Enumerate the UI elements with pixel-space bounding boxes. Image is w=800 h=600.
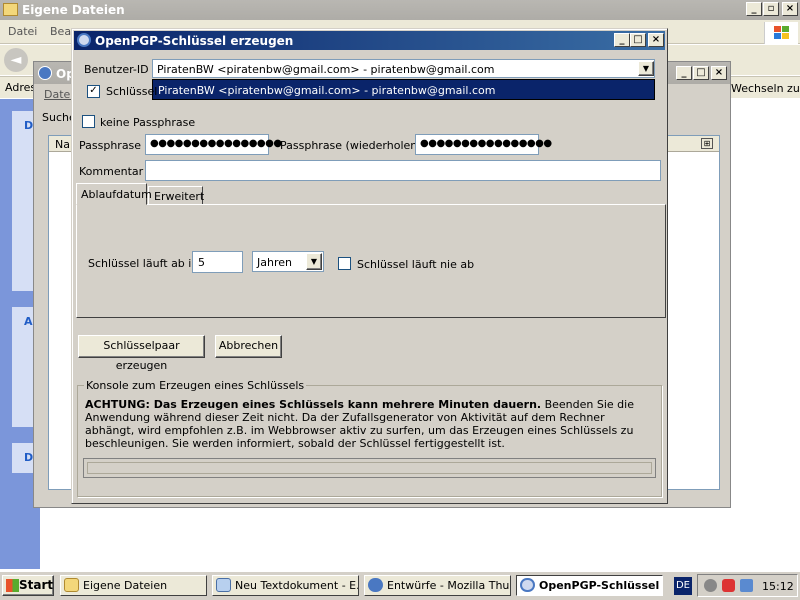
task-thunderbird[interactable]: Entwürfe - Mozilla Thu...	[364, 575, 511, 596]
security-center-icon[interactable]	[740, 579, 753, 592]
never-expires-label: Schlüssel läuft nie ab	[357, 258, 475, 271]
task-label-1: Eigene Dateien	[83, 579, 168, 592]
console-legend: Konsole zum Erzeugen eines Schlüssels	[84, 379, 307, 392]
use-key-label: Schlüssel	[106, 85, 158, 98]
tab-erweitert[interactable]: Erweitert	[148, 186, 205, 205]
passphrase-field[interactable]: ●●●●●●●●●●●●●●●●	[145, 134, 282, 155]
cancel-label: Abbrechen	[218, 339, 279, 352]
tray-icon-1[interactable]	[704, 579, 717, 592]
dialog-close-button[interactable]: ×	[648, 33, 664, 47]
wechseln-label[interactable]: Wechseln zu	[731, 82, 800, 95]
passphrase-repeat-field[interactable]: ●●●●●●●●●●●●●●●●	[415, 134, 552, 155]
no-passphrase-checkbox[interactable]	[82, 115, 95, 128]
sidebar-heading-d: D	[24, 119, 34, 132]
minimize-button[interactable]: _	[746, 2, 762, 16]
comment-label: Kommentar	[79, 165, 144, 178]
task-eigene-dateien[interactable]: Eigene Dateien	[60, 575, 207, 596]
tab-erweitert-label: Erweitert	[154, 190, 205, 203]
sidebar-heading-d2: D	[24, 451, 34, 464]
comment-field[interactable]	[145, 160, 661, 181]
explorer-title: Eigene Dateien	[22, 3, 125, 17]
progress-track	[87, 462, 652, 474]
menu-datei[interactable]: Datei	[8, 25, 37, 38]
no-passphrase-label: keine Passphrase	[100, 116, 196, 129]
expires-unit-select[interactable]: Jahren ▼	[252, 251, 324, 272]
language-indicator[interactable]: DE	[674, 577, 692, 595]
start-label: Start	[19, 578, 54, 592]
task-label-3: Entwürfe - Mozilla Thu...	[387, 579, 511, 592]
column-picker-icon[interactable]: ⊞	[701, 138, 713, 149]
passphrase-value: ●●●●●●●●●●●●●●●●	[150, 138, 282, 149]
clock: 15:12	[762, 580, 794, 593]
windows-flag-icon	[6, 579, 19, 592]
passphrase-repeat-value: ●●●●●●●●●●●●●●●●	[420, 138, 552, 149]
windows-logo-icon	[764, 22, 798, 44]
userid-label: Benutzer-ID	[84, 63, 149, 76]
progress-bar	[83, 458, 656, 478]
openpgp-task-icon	[520, 578, 535, 592]
thunderbird-task-icon	[368, 578, 383, 592]
tab-ablaufdatum[interactable]: Ablaufdatum	[76, 183, 152, 205]
generate-keypair-label: Schlüsselpaar erzeugen	[103, 339, 180, 372]
cancel-button[interactable]: Abbrechen	[215, 335, 282, 358]
system-tray: 15:12	[697, 574, 798, 597]
generate-keypair-button[interactable]: Schlüsselpaar erzeugen	[78, 335, 205, 372]
restore-button[interactable]: ▫	[763, 2, 779, 16]
address-label: Adres	[5, 81, 37, 94]
use-key-checkbox[interactable]: ✓	[87, 85, 100, 98]
expires-unit-value: Jahren	[257, 256, 292, 269]
unit-chevron-down-icon[interactable]: ▼	[306, 253, 322, 270]
explorer-titlebar: Eigene Dateien _ ▫ ×	[0, 0, 800, 20]
enigmail-icon	[77, 33, 91, 47]
task-openpgp[interactable]: OpenPGP-Schlüssel ...	[516, 575, 663, 596]
expires-label: Schlüssel läuft ab in	[88, 257, 199, 270]
thunderbird-icon	[38, 66, 52, 80]
console-group: Konsole zum Erzeugen eines Schlüssels AC…	[77, 379, 662, 497]
folder-icon	[3, 3, 18, 16]
back-icon[interactable]: ◄	[4, 48, 28, 72]
never-expires-checkbox[interactable]	[338, 257, 351, 270]
menu-bea[interactable]: Bea	[50, 25, 71, 38]
tb-minimize-button[interactable]: _	[676, 66, 692, 80]
dialog-title: OpenPGP-Schlüssel erzeugen	[95, 34, 294, 48]
notepad-icon	[216, 578, 231, 592]
tb-maximize-button[interactable]: □	[693, 66, 709, 80]
task-label-4: OpenPGP-Schlüssel ...	[539, 579, 663, 592]
dialog-minimize-button[interactable]: _	[614, 33, 630, 47]
dropdown-option-label: PiratenBW <piratenbw@gmail.com> - pirate…	[158, 84, 496, 97]
chevron-down-icon[interactable]: ▼	[638, 61, 654, 76]
tab-ablaufdatum-label: Ablaufdatum	[81, 188, 152, 201]
task-textdokument[interactable]: Neu Textdokument - E...	[212, 575, 359, 596]
console-text: ACHTUNG: Das Erzeugen eines Schlüssels k…	[85, 398, 651, 450]
sidebar-heading-a: A	[24, 315, 33, 328]
close-button[interactable]: ×	[782, 2, 798, 16]
tb-close-button[interactable]: ×	[711, 66, 727, 80]
expires-field[interactable]: 5	[192, 251, 243, 273]
console-warning: ACHTUNG: Das Erzeugen eines Schlüssels k…	[85, 398, 542, 411]
folder-task-icon	[64, 578, 79, 592]
expires-value: 5	[198, 256, 205, 269]
shield-icon[interactable]	[722, 579, 735, 592]
start-button[interactable]: Start	[2, 575, 54, 596]
dialog-titlebar: OpenPGP-Schlüssel erzeugen _ □ ×	[74, 31, 665, 50]
passphrase-repeat-label: Passphrase (wiederholen)	[280, 139, 422, 152]
task-label-2: Neu Textdokument - E...	[235, 579, 359, 592]
dialog-maximize-button[interactable]: □	[630, 33, 646, 47]
userid-select[interactable]: PiratenBW <piratenbw@gmail.com> - pirate…	[152, 59, 655, 78]
keygen-dialog: OpenPGP-Schlüssel erzeugen _ □ × Benutze…	[71, 28, 668, 504]
userid-value: PiratenBW <piratenbw@gmail.com> - pirate…	[157, 63, 495, 76]
tb-menu-datei[interactable]: Datei	[44, 88, 73, 101]
userid-dropdown-option[interactable]: PiratenBW <piratenbw@gmail.com> - pirate…	[152, 79, 655, 100]
passphrase-label: Passphrase	[79, 139, 142, 152]
tab-panel: Schlüssel läuft ab in 5 Jahren ▼ Schlüss…	[76, 204, 666, 318]
